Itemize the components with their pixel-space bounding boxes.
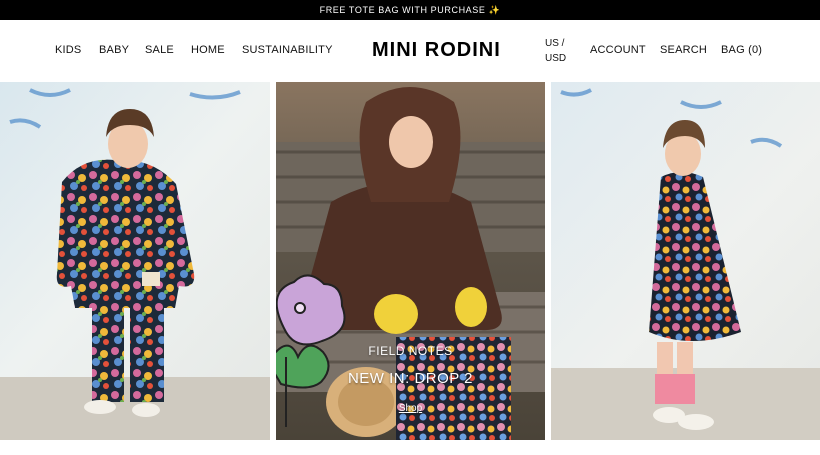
child-puffer-image xyxy=(0,82,270,440)
nav-sale[interactable]: SALE xyxy=(145,44,174,57)
hero-image-left[interactable] xyxy=(0,82,270,440)
nav-home[interactable]: HOME xyxy=(191,44,225,57)
locale-country: US / xyxy=(545,38,565,49)
hero-image-right[interactable] xyxy=(551,82,820,440)
brand-logo[interactable]: MINI RODINI xyxy=(372,39,501,62)
page-bottom-strip xyxy=(0,440,820,455)
main-nav: KIDS BABY SALE HOME SUSTAINABILITY MINI … xyxy=(0,20,820,82)
search-link[interactable]: SEARCH xyxy=(660,44,707,57)
hero-kicker: FIELD NOTES xyxy=(368,344,453,358)
nav-kids[interactable]: KIDS xyxy=(55,44,81,57)
shop-link[interactable]: Shop xyxy=(399,403,422,414)
hero-title[interactable]: NEW IN: DROP 2 xyxy=(276,370,545,387)
announcement-text: FREE TOTE BAG WITH PURCHASE ✨ xyxy=(319,4,501,15)
account-link[interactable]: ACCOUNT xyxy=(590,44,646,57)
nav-baby[interactable]: BABY xyxy=(99,44,129,57)
announcement-bar: FREE TOTE BAG WITH PURCHASE ✨ xyxy=(0,0,820,20)
nav-sustainability[interactable]: SUSTAINABILITY xyxy=(242,44,333,57)
locale-selector[interactable]: US / USD xyxy=(545,36,575,66)
locale-currency: USD xyxy=(545,53,567,64)
hero-overlay: FIELD NOTES NEW IN: DROP 2 Shop xyxy=(276,82,545,440)
bag-link[interactable]: BAG (0) xyxy=(721,44,762,57)
child-floral-dress-image xyxy=(551,82,820,440)
